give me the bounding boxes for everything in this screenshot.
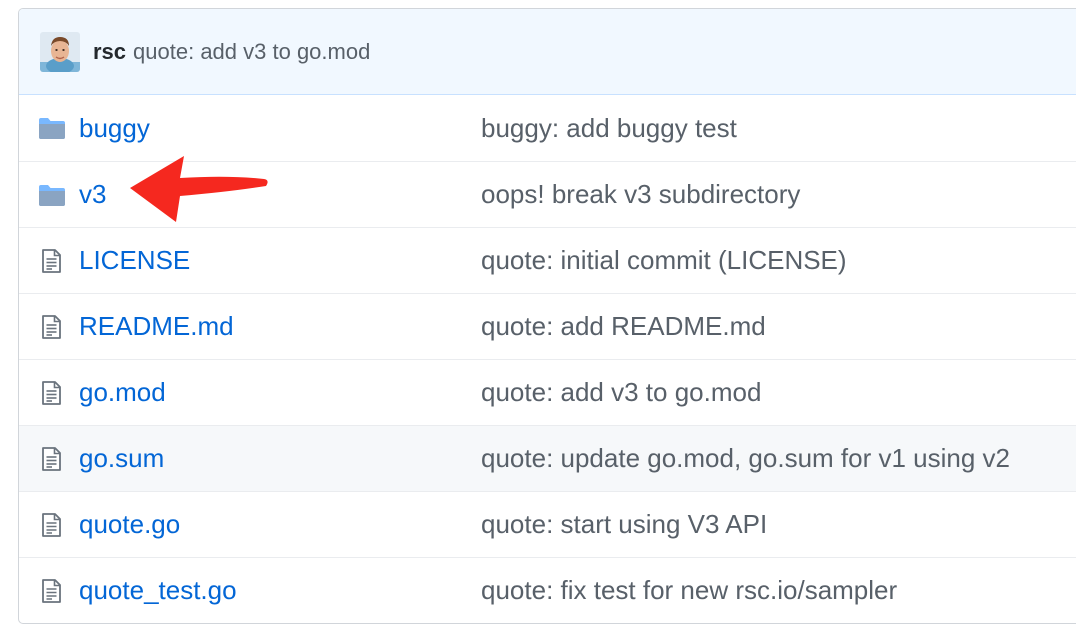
commit-author[interactable]: rsc [93,39,126,65]
file-row-quote-go[interactable]: quote.go quote: start using V3 API [19,491,1076,557]
latest-commit-bar: rsc quote: add v3 to go.mod [19,9,1076,95]
author-avatar[interactable] [40,31,80,72]
file-icon [38,314,66,340]
file-icon [38,512,66,538]
file-icon [38,578,66,604]
folder-icon [38,183,66,209]
file-name-link[interactable]: quote.go [79,509,180,540]
file-navigation-table: rsc quote: add v3 to go.mod buggy buggy: … [18,8,1076,624]
commit-message-link[interactable]: quote: fix test for new rsc.io/sampler [481,575,897,606]
commit-message-link[interactable]: oops! break v3 subdirectory [481,179,800,210]
commit-message-link[interactable]: quote: update go.mod, go.sum for v1 usin… [481,443,1010,474]
file-name-link[interactable]: buggy [79,113,150,144]
commit-message-link[interactable]: buggy: add buggy test [481,113,737,144]
file-row-readme-md[interactable]: README.md quote: add README.md [19,293,1076,359]
file-name-link[interactable]: LICENSE [79,245,190,276]
commit-message-link[interactable]: quote: add v3 to go.mod [481,377,761,408]
file-icon [38,248,66,274]
file-name-link[interactable]: v3 [79,179,106,210]
file-name-link[interactable]: go.sum [79,443,164,474]
commit-message-link[interactable]: quote: initial commit (LICENSE) [481,245,847,276]
file-name-link[interactable]: README.md [79,311,234,342]
file-name-link[interactable]: quote_test.go [79,575,237,606]
file-row-quote-test-go[interactable]: quote_test.go quote: fix test for new rsc… [19,557,1076,623]
annotation-arrow [130,156,268,222]
file-row-buggy[interactable]: buggy buggy: add buggy test [19,95,1076,161]
commit-message-link[interactable]: quote: start using V3 API [481,509,767,540]
file-row-license[interactable]: LICENSE quote: initial commit (LICENSE) [19,227,1076,293]
file-row-go-mod[interactable]: go.mod quote: add v3 to go.mod [19,359,1076,425]
file-row-go-sum[interactable]: go.sum quote: update go.mod, go.sum for v… [19,425,1076,491]
file-icon [38,380,66,406]
folder-icon [38,116,66,142]
commit-message-link[interactable]: quote: add README.md [481,311,766,342]
file-icon [38,446,66,472]
file-name-link[interactable]: go.mod [79,377,166,408]
commit-message[interactable]: quote: add v3 to go.mod [133,39,370,65]
